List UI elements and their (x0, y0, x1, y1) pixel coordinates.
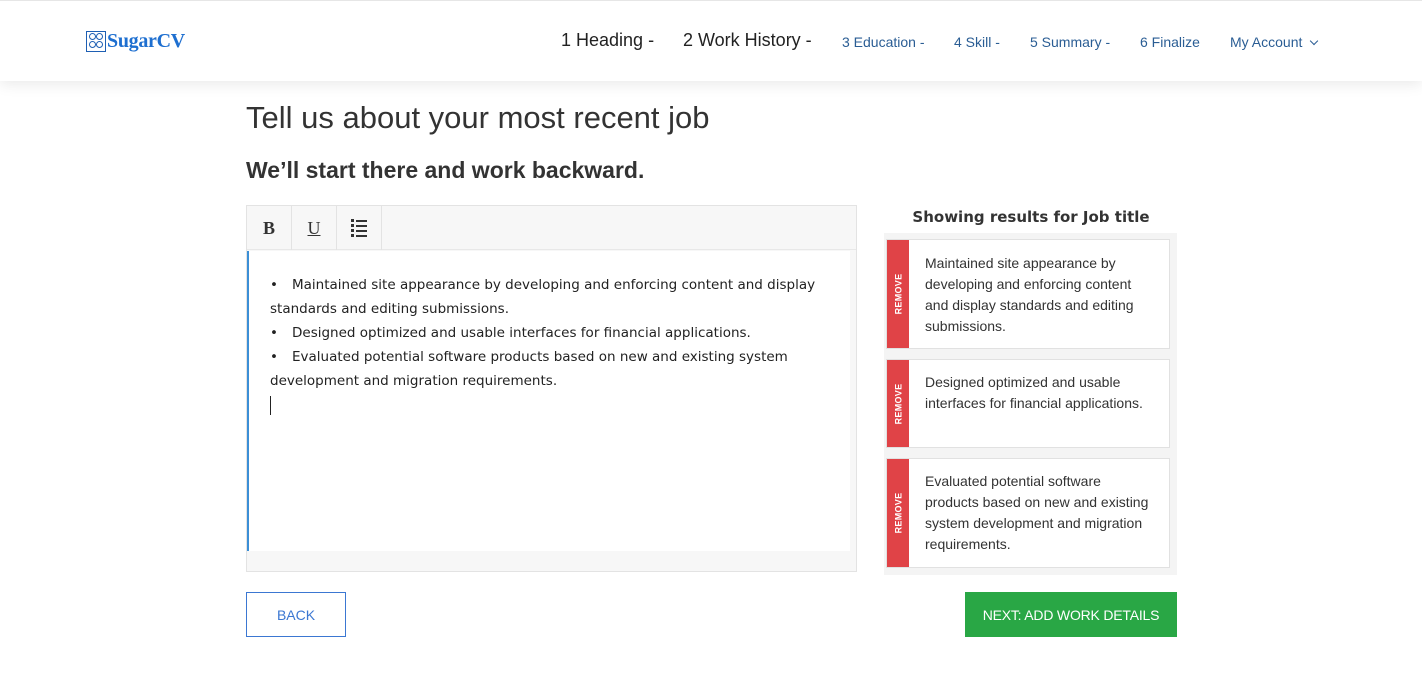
suggestion-text: Evaluated potential software products ba… (925, 473, 1149, 552)
page-title: Tell us about your most recent job (246, 100, 710, 135)
my-account-label: My Account (1230, 34, 1303, 50)
editor-toolbar: B U (247, 206, 856, 250)
editor-line-text: Evaluated potential software products ba… (270, 349, 788, 389)
editor-content[interactable]: • Maintained site appearance by developin… (247, 251, 850, 551)
editor-line: • Designed optimized and usable interface… (270, 321, 830, 345)
bullet-marker: • (270, 325, 278, 341)
underline-button[interactable]: U (292, 206, 337, 250)
rich-text-editor: B U • Maintained site appearance by devel… (246, 205, 857, 572)
step-nav: 1 Heading - 2 Work History - 3 Education… (0, 1, 1422, 82)
remove-label: REMOVE (893, 273, 903, 315)
page-subtitle: We’ll start there and work backward. (246, 157, 645, 183)
editor-line: • Evaluated potential software products b… (270, 345, 830, 393)
editor-line-text: Designed optimized and usable interfaces… (292, 325, 751, 341)
editor-line-text: Maintained site appearance by developing… (270, 277, 816, 317)
remove-button[interactable]: REMOVE (887, 240, 909, 348)
my-account-menu[interactable]: My Account (1230, 34, 1319, 50)
suggestion-text: Designed optimized and usable interfaces… (925, 374, 1143, 411)
back-button[interactable]: BACK (246, 592, 346, 637)
text-cursor (270, 396, 271, 415)
suggestion-card[interactable]: REMOVE Designed optimized and usable int… (886, 359, 1170, 448)
remove-button[interactable]: REMOVE (887, 459, 909, 567)
suggestion-card[interactable]: REMOVE Maintained site appearance by dev… (886, 239, 1170, 349)
nav-step-education[interactable]: 3 Education - (842, 34, 925, 50)
next-add-work-details-button[interactable]: NEXT: ADD WORK DETAILS (965, 592, 1177, 637)
bullet-marker: • (270, 277, 278, 293)
suggestion-text: Maintained site appearance by developing… (925, 255, 1134, 334)
nav-step-work-history[interactable]: 2 Work History - (683, 30, 812, 51)
suggestions-title: Showing results for Job title (912, 208, 1150, 226)
nav-step-summary[interactable]: 5 Summary - (1030, 34, 1110, 50)
bold-button[interactable]: B (247, 206, 292, 250)
editor-line: • Maintained site appearance by developin… (270, 273, 830, 321)
remove-button[interactable]: REMOVE (887, 360, 909, 447)
nav-step-skill[interactable]: 4 Skill - (954, 34, 1000, 50)
bullet-marker: • (270, 349, 278, 365)
remove-label: REMOVE (893, 492, 903, 534)
nav-step-finalize[interactable]: 6 Finalize (1140, 34, 1200, 50)
bullet-list-button[interactable] (337, 206, 382, 250)
nav-step-heading[interactable]: 1 Heading - (561, 30, 654, 51)
remove-label: REMOVE (893, 383, 903, 424)
top-header: SugarCV 1 Heading - 2 Work History - 3 E… (0, 0, 1422, 81)
suggestion-card[interactable]: REMOVE Evaluated potential software prod… (886, 458, 1170, 568)
list-icon (351, 219, 367, 237)
chevron-down-icon (1310, 36, 1319, 46)
